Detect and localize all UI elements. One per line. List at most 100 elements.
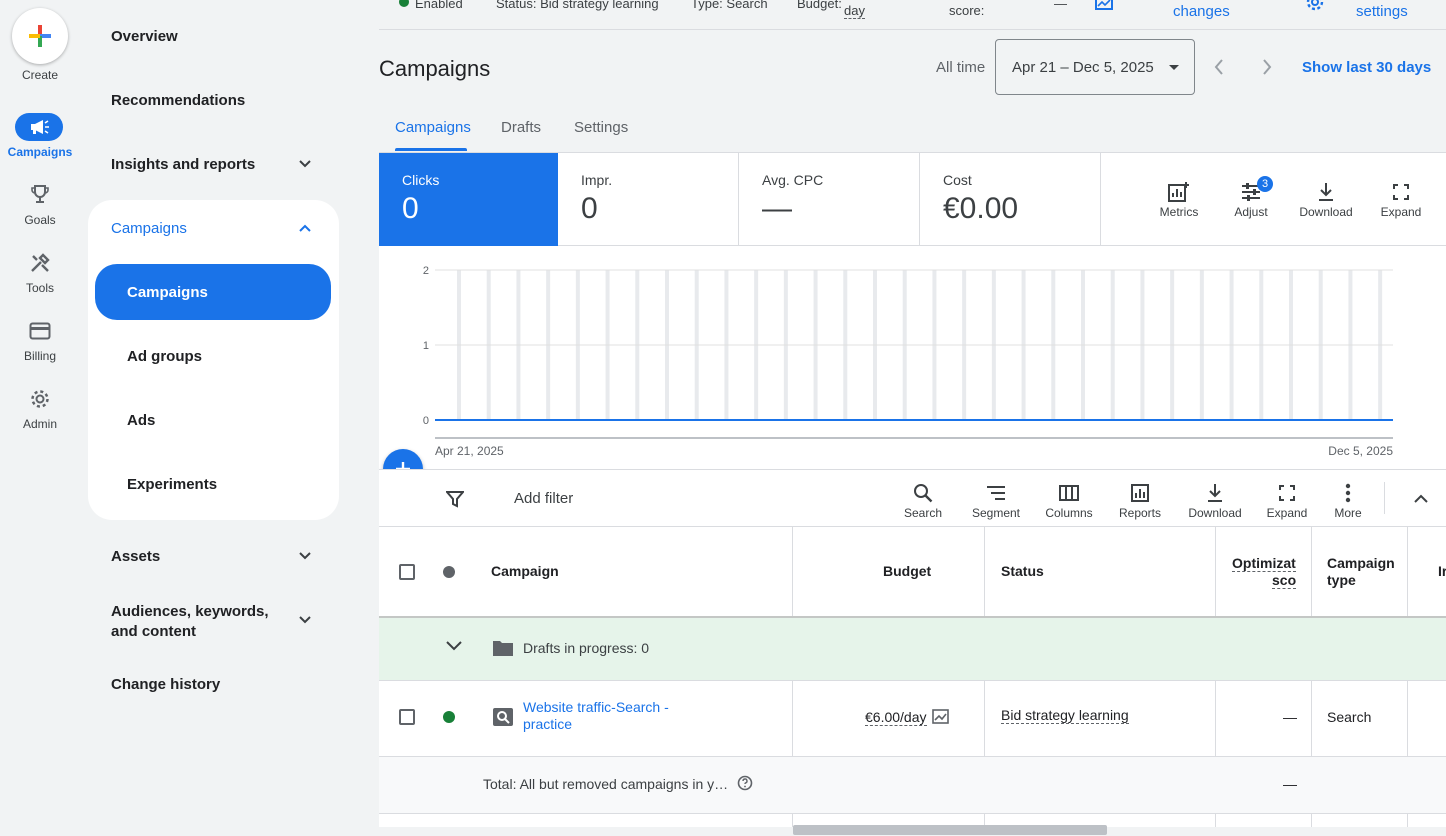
search-icon xyxy=(914,484,933,503)
enabled-status-dot[interactable] xyxy=(443,711,455,723)
columns-icon xyxy=(1059,485,1079,501)
chevron-right-icon[interactable] xyxy=(1259,57,1275,77)
rail-item-goals[interactable]: Goals xyxy=(0,213,80,227)
table-toolbar: Add filter Search Segment Columns Report… xyxy=(379,469,1446,527)
search-label: Search xyxy=(903,506,943,520)
chevron-down-icon[interactable] xyxy=(445,639,463,653)
optimization-value: — xyxy=(1283,709,1297,725)
rail-item-admin[interactable]: Admin xyxy=(0,417,80,431)
type-text: Type: Search xyxy=(691,0,768,11)
chevron-down-icon[interactable] xyxy=(296,155,314,173)
nav-assets[interactable]: Assets xyxy=(111,548,160,565)
reports-button[interactable]: Reports xyxy=(1110,480,1170,520)
scorecard-label: Clicks xyxy=(402,172,440,188)
campaign-name-link[interactable]: Website traffic-Search - xyxy=(523,699,669,715)
col-header-campaign-type[interactable]: Campaign xyxy=(1327,555,1395,571)
col-header-extra[interactable]: Ir xyxy=(1438,563,1446,579)
metrics-label: Metrics xyxy=(1159,205,1199,219)
download-button[interactable]: Download xyxy=(1293,179,1359,219)
col-header-campaign[interactable]: Campaign xyxy=(491,563,559,579)
col-header-budget[interactable]: Budget xyxy=(883,563,931,579)
scorecard-cost[interactable]: Cost €0.00 xyxy=(920,153,1101,247)
date-range-select[interactable]: Apr 21 – Dec 5, 2025 xyxy=(995,39,1195,95)
campaigns-table: Campaign Budget Status Optimizati sco Ca… xyxy=(379,527,1446,835)
col-header-status[interactable]: Status xyxy=(1001,563,1044,579)
chart-x-end-label: Dec 5, 2025 xyxy=(1328,444,1393,458)
adjust-label: Adjust xyxy=(1234,205,1268,219)
nav-insights[interactable]: Insights and reports xyxy=(111,156,255,173)
more-label: More xyxy=(1334,506,1362,520)
chevron-down-icon[interactable] xyxy=(296,611,314,629)
nav-overview[interactable]: Overview xyxy=(111,28,178,45)
row-checkbox[interactable] xyxy=(399,709,415,725)
search-button[interactable]: Search xyxy=(895,480,951,520)
budget-trend-icon[interactable] xyxy=(932,709,949,724)
chevron-down-icon[interactable] xyxy=(296,547,314,565)
trend-icon[interactable] xyxy=(1095,0,1113,10)
expand-icon xyxy=(1393,184,1409,200)
filter-icon[interactable] xyxy=(446,490,464,508)
select-all-checkbox[interactable] xyxy=(399,564,415,580)
all-time-label: All time xyxy=(936,59,986,76)
nav-sub-campaigns[interactable]: Campaigns xyxy=(127,284,208,301)
col-header-optimization[interactable]: Optimizati xyxy=(1232,555,1296,572)
scorecard-label: Impr. xyxy=(581,172,613,188)
table-download-button[interactable]: Download xyxy=(1182,480,1248,520)
chart-svg: 0 1 2 Apr 21, 2025 Dec 5, 2025 xyxy=(423,265,1393,458)
nav-audiences[interactable]: Audiences, keywords, and content xyxy=(111,602,296,642)
rail-item-billing[interactable]: Billing xyxy=(0,349,80,363)
scorecards: Clicks 0 Impr. 0 Avg. CPC — Cost €0.00 M… xyxy=(379,152,1446,247)
adjust-button[interactable]: 3 Adjust xyxy=(1225,176,1277,219)
show-last-30-days-link[interactable]: Show last 30 days xyxy=(1302,59,1431,76)
tab-settings[interactable]: Settings xyxy=(574,119,628,136)
settings-gear-icon[interactable] xyxy=(1305,0,1325,12)
nav-sub-ad-groups[interactable]: Ad groups xyxy=(127,348,202,365)
metrics-button[interactable]: Metrics xyxy=(1151,179,1207,219)
table-expand-button[interactable]: Expand xyxy=(1260,480,1314,520)
changes-link[interactable]: changes xyxy=(1173,3,1230,20)
chevron-left-icon[interactable] xyxy=(1211,57,1227,77)
horizontal-scrollbar[interactable] xyxy=(793,825,1107,835)
tab-campaigns[interactable]: Campaigns xyxy=(395,119,471,136)
left-rail: Create Campaigns Goals Tools Billing Adm… xyxy=(0,0,80,836)
segment-button[interactable]: Segment xyxy=(966,480,1026,520)
col-header-optimization-2[interactable]: sco xyxy=(1272,572,1297,589)
rail-item-campaigns[interactable]: Campaigns xyxy=(0,145,80,159)
chart-y-tick-label: 0 xyxy=(423,415,429,427)
chart-x-start-label: Apr 21, 2025 xyxy=(435,444,504,458)
chevron-up-icon[interactable] xyxy=(296,219,314,237)
expand-button[interactable]: Expand xyxy=(1374,179,1428,219)
col-header-campaign-type-2[interactable]: type xyxy=(1327,572,1356,588)
tab-drafts[interactable]: Drafts xyxy=(501,119,541,136)
help-icon[interactable] xyxy=(737,775,753,791)
download-icon xyxy=(1319,183,1333,201)
more-button[interactable]: More xyxy=(1324,480,1372,520)
create-button[interactable] xyxy=(12,8,68,64)
nav-campaigns-group[interactable]: Campaigns xyxy=(111,220,187,237)
folder-icon xyxy=(493,641,513,656)
budget-unit[interactable]: day xyxy=(844,3,865,19)
campaign-type-value: Search xyxy=(1327,709,1372,725)
rail-item-tools[interactable]: Tools xyxy=(0,281,80,295)
status-value[interactable]: Bid strategy learning xyxy=(1001,707,1129,724)
campaign-name-link-2[interactable]: practice xyxy=(523,716,572,732)
settings-link[interactable]: settings xyxy=(1356,3,1408,20)
nav-sub-experiments[interactable]: Experiments xyxy=(127,476,217,493)
columns-label: Columns xyxy=(1045,506,1093,520)
more-vert-icon xyxy=(1345,483,1351,503)
status-text[interactable]: Status: Bid strategy learning xyxy=(496,0,659,11)
nav-sub-ads[interactable]: Ads xyxy=(127,412,155,429)
add-filter-button[interactable]: Add filter xyxy=(514,490,573,507)
enabled-dot xyxy=(399,0,409,7)
scorecard-clicks[interactable]: Clicks 0 xyxy=(379,153,558,247)
budget-value[interactable]: €6.00/day xyxy=(865,709,927,726)
campaigns-nav-card xyxy=(88,200,339,520)
nav-recommendations[interactable]: Recommendations xyxy=(111,92,245,109)
nav-change-history[interactable]: Change history xyxy=(111,676,220,693)
toolbar-divider xyxy=(1384,482,1385,514)
columns-button[interactable]: Columns xyxy=(1039,480,1099,520)
enabled-text: Enabled xyxy=(415,0,463,11)
scorecard-avg-cpc[interactable]: Avg. CPC — xyxy=(739,153,920,247)
collapse-chevron-up-icon[interactable] xyxy=(1412,490,1430,506)
scorecard-impr[interactable]: Impr. 0 xyxy=(558,153,739,247)
